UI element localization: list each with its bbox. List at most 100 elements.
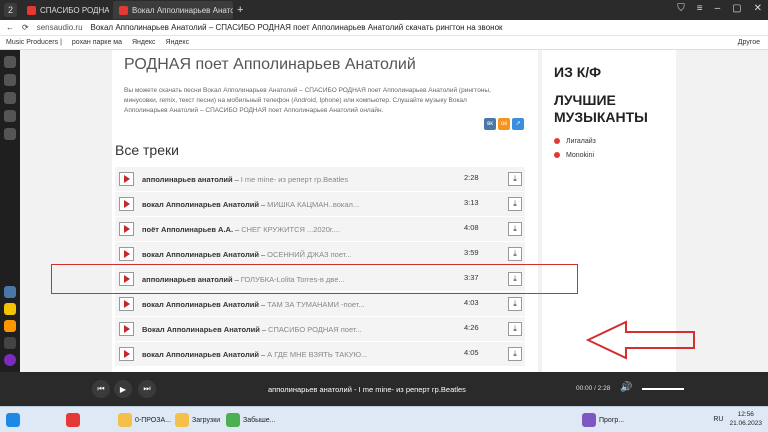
download-icon[interactable]: ⤓ [508,222,522,236]
track-title[interactable]: СПАСИБО РОДНАЯ поет... [268,325,362,334]
track-artist[interactable]: Вокал Апполинарьев Анатолий [142,325,260,334]
tab-2[interactable]: Вокал Апполинарьев Анатолий ✕ [113,1,234,19]
page-title: РОДНАЯ поет Апполинарьев Анатолий [124,56,416,73]
track-artist[interactable]: вокал Апполинарьев Анатолий [142,250,259,259]
app-icon[interactable] [4,92,16,104]
bookmark-item[interactable]: Яндекс [132,39,156,46]
taskbar-item[interactable]: Загрузки [175,411,220,429]
add-icon[interactable] [4,337,16,349]
sidebar-title[interactable]: ИЗ К/Ф [554,64,601,80]
app-sidebar [0,50,20,372]
download-icon[interactable]: ⤓ [508,347,522,361]
annotation-arrow-icon [586,320,695,360]
track-row-highlighted: Вокал Апполинарьев Анатолий – СПАСИБО РОД… [115,317,525,341]
track-duration: 3:13 [464,198,479,207]
download-icon[interactable]: ⤓ [508,172,522,186]
play-button[interactable]: ▶ [114,380,132,398]
app-icon[interactable] [4,128,16,140]
play-icon [123,350,130,358]
bookmarks-other[interactable]: Другое [738,39,760,46]
track-title[interactable]: ОСЕННИЙ ДЖАЗ поет... [267,250,352,259]
play-button[interactable] [119,222,134,236]
window-controls: ⛉ ≡ – ▢ ✕ [677,3,762,14]
bookmark-item[interactable]: рохан парке ма [72,39,122,46]
start-button[interactable] [6,411,20,429]
play-button[interactable] [119,322,134,336]
site-favicon-icon [119,5,129,15]
new-tab-icon[interactable]: + [237,4,243,16]
track-row: поёт Апполинарьев А.А. – СНЕГ КРУЖИТСЯ ..… [115,217,525,241]
address-host: sensaudio.ru [36,23,83,32]
track-artist[interactable]: поёт Апполинарьев А.А. [142,225,233,234]
track-row: апполинарьев анатолий – I me mine- из реп… [115,167,525,191]
play-button[interactable] [119,347,134,361]
play-button[interactable] [119,247,134,261]
download-icon[interactable]: ⤓ [508,297,522,311]
tab-title: Вокал Апполинарьев Анатолий [132,5,234,15]
play-button[interactable] [119,297,134,311]
play-button[interactable] [119,197,134,211]
section-title: Все треки [115,142,179,158]
track-artist[interactable]: вокал Апполинарьев Анатолий [142,350,259,359]
maximize-icon[interactable]: ▢ [732,3,741,14]
system-tray: RU 12:56 21.06.2023 [713,410,762,428]
minimize-icon[interactable]: – [715,3,721,14]
track-duration: 4:03 [464,298,479,307]
previous-button[interactable]: ⏮ [92,380,110,398]
track-title[interactable]: А ГДЕ МНЕ ВЗЯТЬ ТАКУЮ... [267,350,367,359]
reload-icon[interactable]: ⟳ [22,23,29,32]
play-icon [123,300,130,308]
address-bar[interactable]: ← ⟳ sensaudio.ru Вокал Апполинарьев Анат… [0,20,768,36]
play-icon [123,250,130,258]
now-playing-title: апполинарьев анатолий - I me mine- из ре… [268,385,466,394]
alice-icon[interactable] [4,354,16,366]
app-sidebar-bottom [0,286,20,372]
track-artist[interactable]: вокал Апполинарьев Анатолий [142,300,259,309]
moon-icon[interactable] [4,303,16,315]
app-icon[interactable] [4,56,16,68]
taskbar-item[interactable]: Забыше... [226,411,276,429]
track-title[interactable]: ТАМ ЗА ТУМАНАМИ -поет... [267,300,365,309]
download-icon[interactable]: ⤓ [508,322,522,336]
track-title[interactable]: СНЕГ КРУЖИТСЯ ...2020г.... [241,225,340,234]
vk-share-icon[interactable]: вк [484,118,496,130]
close-window-icon[interactable]: ✕ [754,3,762,14]
share-icon[interactable]: ↗ [512,118,524,130]
menu-icon[interactable]: ≡ [697,3,703,14]
tab-1[interactable]: СПАСИБО РОДНАЯ поет Апполинарьев... [21,1,109,19]
language-indicator[interactable]: RU [713,416,723,423]
play-button[interactable] [119,172,134,186]
tab-count-badge[interactable]: 2 [4,3,18,17]
track-title[interactable]: I me mine- из реперт гр.Beatles [241,175,348,184]
mail-icon[interactable] [4,320,16,332]
clock[interactable]: 12:56 21.06.2023 [729,410,762,428]
next-button[interactable]: ⏭ [138,380,156,398]
bookmark-item[interactable]: Music Producers | [6,39,62,46]
track-artist[interactable]: вокал Апполинарьев Анатолий [142,200,259,209]
download-icon[interactable]: ⤓ [508,247,522,261]
taskbar-item[interactable]: Прогр... [582,411,624,429]
back-icon[interactable]: ← [6,23,14,32]
track-duration: 4:08 [464,223,479,232]
track-duration: 2:28 [464,173,479,182]
bookmark-icon[interactable]: ⛉ [677,3,685,14]
download-icon[interactable]: ⤓ [508,197,522,211]
track-duration: 3:59 [464,248,479,257]
volume-slider[interactable] [642,388,684,390]
track-title[interactable]: МИШКА КАЦМАН..вокал... [267,200,359,209]
track-artist[interactable]: апполинарьев анатолий [142,175,233,184]
share-buttons: вк ок ↗ [484,118,524,130]
volume-icon[interactable]: 🔊 [620,382,632,393]
play-icon [123,200,130,208]
sidebar-item[interactable]: Monokini [554,148,596,162]
player-time: 00:00 / 2:28 [576,385,611,392]
taskbar-item[interactable]: 0-ПРОЗА... [118,411,171,429]
app-icon[interactable] [4,74,16,86]
sidebar-item[interactable]: Лигалайз [554,134,596,148]
track-row: вокал Апполинарьев Анатолий – ТАМ ЗА ТУМА… [115,292,525,316]
app-icon[interactable] [4,110,16,122]
vk-icon[interactable] [4,286,16,298]
ok-share-icon[interactable]: ок [498,118,510,130]
bookmark-item[interactable]: Яндекс [166,39,190,46]
yandex-taskbar-icon[interactable] [66,411,80,429]
